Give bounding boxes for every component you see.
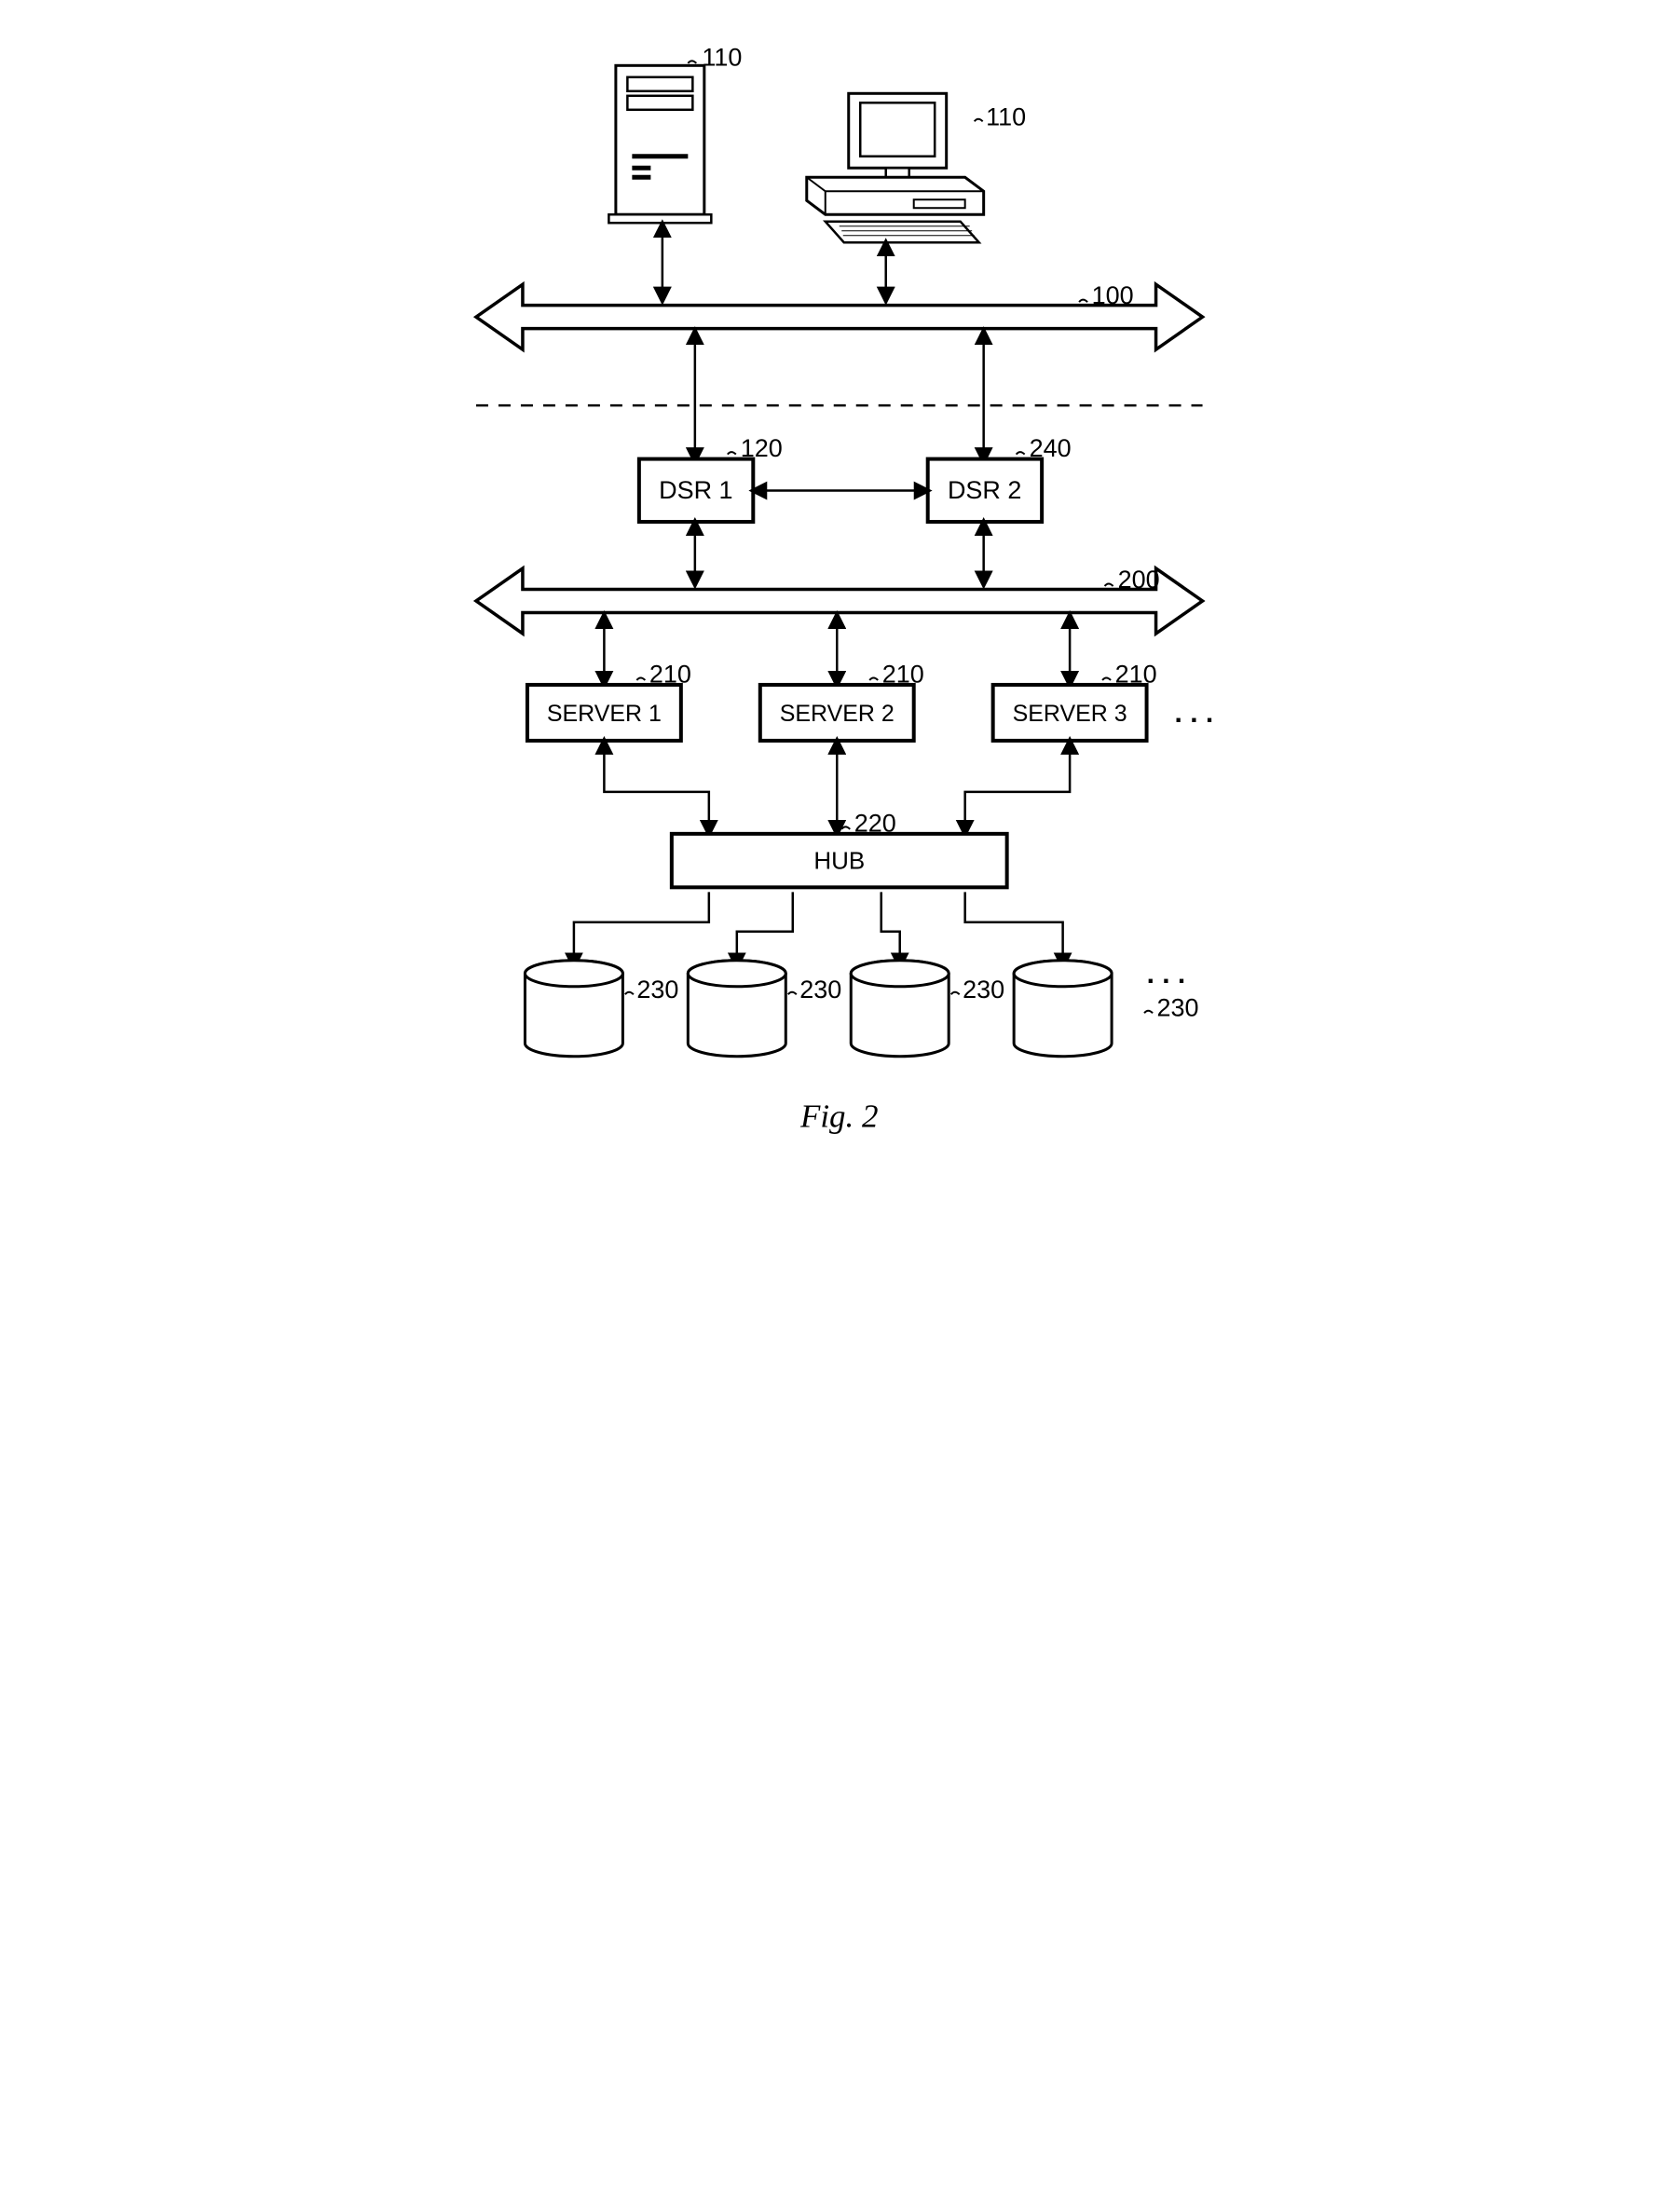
server3-ref-label: 210 <box>1115 660 1157 688</box>
server2-label: SERVER 2 <box>780 701 895 727</box>
hub-disk1-connector <box>574 892 709 962</box>
server1-ref-label: 210 <box>649 660 691 688</box>
server3-box: SERVER 3 <box>993 685 1147 741</box>
desktop-ref-label: 110 <box>986 102 1026 130</box>
server2-ref-label: 210 <box>882 660 924 688</box>
tower-ref-label: 110 <box>702 43 742 71</box>
server2-box: SERVER 2 <box>760 685 914 741</box>
server3-hub-connector <box>965 745 1070 829</box>
bus1-ref-label: 100 <box>1092 281 1134 309</box>
disk2-icon <box>688 961 785 1057</box>
servers-ellipsis: . . . <box>1175 698 1214 729</box>
hub-disk2-connector <box>737 892 793 962</box>
hub-label: HUB <box>813 846 865 874</box>
disk4-icon <box>1014 961 1112 1057</box>
hub-ref-label: 220 <box>854 809 896 837</box>
server1-label: SERVER 1 <box>547 701 662 727</box>
dsr2-ref-label: 240 <box>1030 434 1072 462</box>
disk4-ref-label: 230 <box>1157 994 1199 1022</box>
disk1-icon <box>525 961 622 1057</box>
bus-2 <box>476 568 1203 634</box>
disk3-ref-label: 230 <box>963 976 1004 1004</box>
disk3-icon <box>851 961 949 1057</box>
dsr2-label: DSR 2 <box>948 476 1021 504</box>
tower-computer-icon <box>608 65 711 223</box>
desktop-computer-icon <box>807 93 984 242</box>
disks-ellipsis: . . . <box>1147 959 1186 990</box>
dsr2-box: DSR 2 <box>928 459 1042 522</box>
dsr1-label: DSR 1 <box>659 476 732 504</box>
hub-disk4-connector <box>965 892 1063 962</box>
disk1-ref-label: 230 <box>636 976 678 1004</box>
server1-box: SERVER 1 <box>527 685 681 741</box>
hub-disk3-connector <box>881 892 900 962</box>
bus2-ref-label: 200 <box>1118 566 1160 594</box>
dsr1-box: DSR 1 <box>639 459 753 522</box>
dsr1-ref-label: 120 <box>741 434 783 462</box>
server1-hub-connector <box>604 745 708 829</box>
disk2-ref-label: 230 <box>799 976 841 1004</box>
figure-label: Fig. 2 <box>799 1099 879 1135</box>
server3-label: SERVER 3 <box>1013 701 1127 727</box>
hub-box: HUB <box>672 834 1007 887</box>
network-diagram: 110 110 100 DSR 1 120 <box>420 37 1260 1143</box>
